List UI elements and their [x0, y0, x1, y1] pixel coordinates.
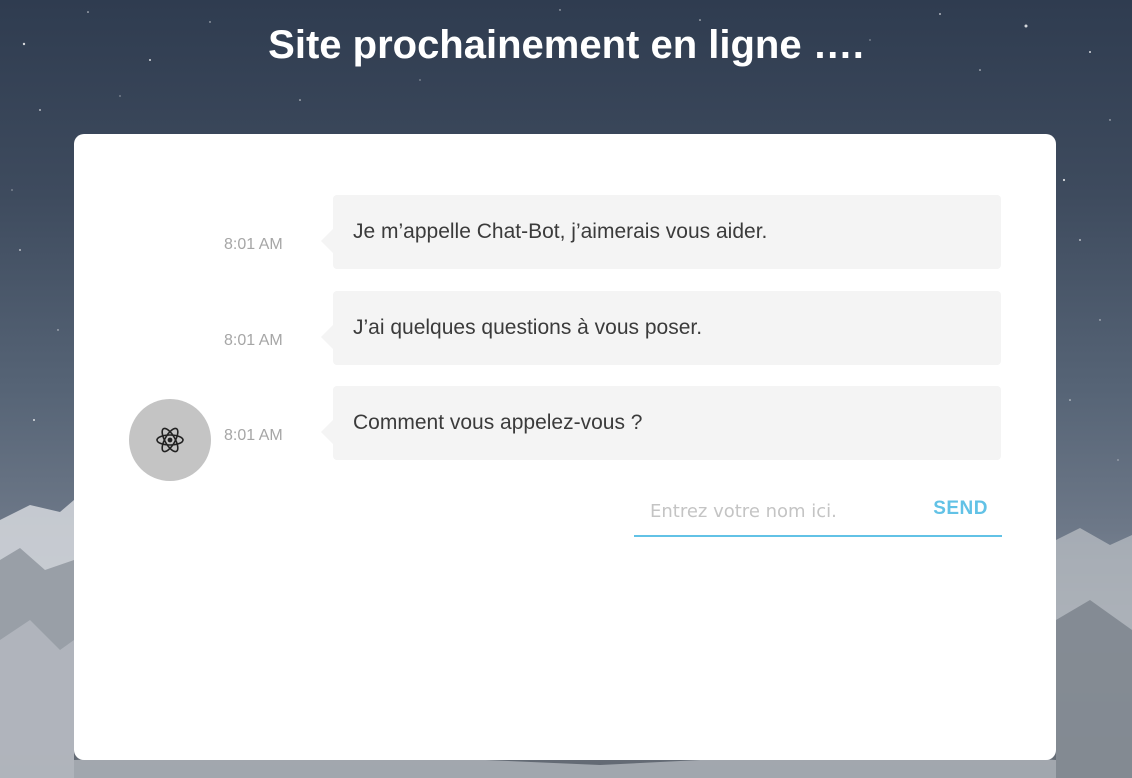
name-input-group: SEND: [634, 489, 1002, 537]
message-bubble: Je m’appelle Chat-Bot, j’aimerais vous a…: [321, 195, 1001, 269]
message-bubble: Comment vous appelez-vous ?: [321, 386, 1001, 460]
message-text: Je m’appelle Chat-Bot, j’aimerais vous a…: [353, 220, 768, 243]
message-time: 8:01 AM: [224, 236, 283, 253]
message-time: 8:01 AM: [224, 332, 283, 349]
message-time: 8:01 AM: [224, 427, 283, 444]
page-title: Site prochainement en ligne ….: [268, 23, 864, 67]
message-bubble: J’ai quelques questions à vous poser.: [321, 291, 1001, 365]
name-input[interactable]: [634, 493, 920, 529]
message-text: J’ai quelques questions à vous poser.: [353, 316, 703, 339]
message-row: 8:01 AM Je m’appelle Chat-Bot, j’aimerai…: [74, 195, 1056, 269]
message-text: Comment vous appelez-vous ?: [353, 411, 643, 434]
bot-avatar: [129, 399, 211, 481]
message-row: 8:01 AM Comment vous appelez-vous ?: [74, 386, 1056, 460]
send-button[interactable]: SEND: [933, 497, 988, 521]
atom-icon: [156, 427, 184, 453]
message-row: 8:01 AM J’ai quelques questions à vous p…: [74, 291, 1056, 365]
chat-card: 8:01 AM Je m’appelle Chat-Bot, j’aimerai…: [74, 134, 1056, 760]
